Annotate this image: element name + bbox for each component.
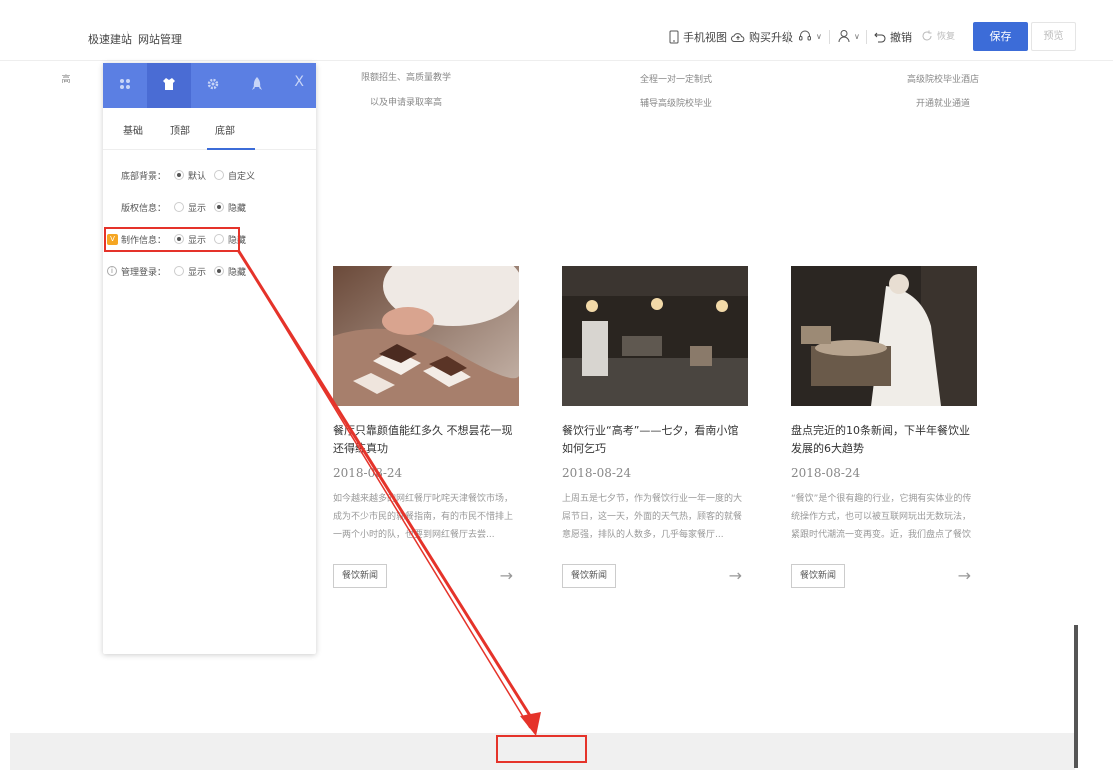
panel-subtabs: 基础 顶部 底部 [103, 108, 316, 150]
user-icon [838, 29, 850, 43]
divider [866, 30, 867, 44]
radio-custom[interactable] [214, 170, 225, 180]
news-tag[interactable]: 餐饮新闻 [333, 564, 388, 588]
headset-icon [798, 29, 812, 43]
cloud-upload-icon [731, 31, 745, 43]
news-image [791, 266, 977, 406]
chevron-down-icon: ∨ [854, 31, 860, 41]
option-label: 底部背景： [121, 171, 167, 182]
mobile-view-label: 手机视图 [683, 31, 727, 44]
undo-icon [874, 31, 886, 43]
active-tab-indicator [207, 148, 255, 150]
radio-show[interactable] [174, 202, 185, 212]
subtab-bottom[interactable]: 底部 [215, 122, 235, 137]
feature-text: 限额招生、高质量教学 [360, 73, 451, 83]
news-image [333, 266, 519, 406]
news-date: 2018-08-24 [562, 466, 632, 480]
arrow-right-icon[interactable]: → [729, 566, 742, 585]
arrow-right-icon[interactable]: → [958, 566, 971, 585]
radio-show[interactable] [174, 266, 185, 276]
radio-label: 自定义 [228, 171, 256, 182]
footer-settings-panel: X 基础 顶部 底部 底部背景： 默认 自定义 版权信息： 显示 隐藏 V 制作… [103, 63, 316, 654]
news-card[interactable]: 餐饮行业“高考”——七夕，看南小馆如何乞巧 2018-08-24 上周五是七夕节… [562, 266, 748, 588]
news-footer: 餐饮新闻 → [791, 564, 977, 588]
radio-label: 显示 [188, 203, 207, 214]
subtab-basic[interactable]: 基础 [123, 122, 143, 137]
news-title[interactable]: 餐厅只靠颜值能红多久 不想昙花一现还得练真功 [333, 422, 519, 458]
radio-label: 隐藏 [228, 203, 247, 214]
support-dropdown[interactable]: ∨ [798, 29, 822, 43]
news-title[interactable]: 盘点完近的10条新闻，下半年餐饮业发展的6大趋势 [791, 422, 977, 458]
news-title[interactable]: 餐饮行业“高考”——七夕，看南小馆如何乞巧 [562, 422, 748, 458]
rocket-icon [251, 77, 263, 94]
chevron-down-icon: ∨ [816, 31, 822, 41]
redo-button[interactable]: 恢复 [921, 29, 955, 42]
upgrade-button[interactable]: 购买升级 [731, 29, 793, 45]
news-footer: 餐饮新闻 → [562, 564, 748, 588]
option-label: 版权信息： [121, 203, 167, 214]
divider [788, 30, 789, 44]
feature-text: 高 [61, 75, 71, 85]
undo-button[interactable]: 撤销 [874, 29, 912, 45]
user-dropdown[interactable]: ∨ [838, 29, 860, 43]
editor-page: 极速建站 网站管理 手机视图 购买升级 ∨ ∨ 撤销 恢复 保存 预览 高 限额… [0, 0, 1113, 775]
radio-default[interactable] [174, 170, 185, 180]
mobile-view-button[interactable]: 手机视图 [669, 29, 727, 45]
feature-text: 辅导高级院校毕业 [639, 99, 712, 109]
option-admin-login: i 管理登录： 显示 隐藏 [107, 263, 254, 279]
radio-hide[interactable] [214, 266, 225, 276]
annotation-highlight-box [104, 227, 240, 252]
news-image [562, 266, 748, 406]
panel-tab-publish[interactable] [235, 63, 279, 108]
option-label: 管理登录： [121, 267, 167, 278]
panel-tab-layout[interactable] [103, 63, 147, 108]
news-card[interactable]: 盘点完近的10条新闻，下半年餐饮业发展的6大趋势 2018-08-24 “餐饮”… [791, 266, 977, 588]
news-date: 2018-08-24 [333, 466, 403, 480]
news-footer: 餐饮新闻 → [333, 564, 519, 588]
feature-text: 以及申请录取率高 [369, 98, 442, 108]
news-desc: 上周五是七夕节，作为餐饮行业一年一度的大屌节日，这一天，外面的天气热，顾客的就餐… [562, 494, 743, 540]
site-manage-link[interactable]: 网站管理 [138, 31, 182, 47]
save-button[interactable]: 保存 [973, 22, 1028, 51]
phone-icon [669, 30, 679, 44]
option-footer-background: 底部背景： 默认 自定义 [121, 167, 263, 183]
arrow-right-icon[interactable]: → [500, 566, 513, 585]
news-date: 2018-08-24 [791, 466, 861, 480]
info-icon: i [107, 266, 117, 276]
gear-icon [206, 77, 220, 94]
news-card[interactable]: 餐厅只靠颜值能红多久 不想昙花一现还得练真功 2018-08-24 如今越来越多… [333, 266, 519, 588]
feature-text: 高级院校毕业酒店 [906, 75, 979, 85]
undo-label: 撤销 [890, 31, 912, 44]
panel-tab-style[interactable] [147, 63, 191, 108]
divider [829, 30, 830, 44]
radio-label: 隐藏 [228, 267, 247, 278]
news-desc: 如今越来越多的网红餐厅叱咤天津餐饮市场，成为不少市民的就餐指南，有的市民不惜排上… [333, 494, 514, 540]
quick-build-link[interactable]: 极速建站 [88, 31, 132, 47]
close-icon[interactable]: X [294, 74, 304, 90]
upgrade-label: 购买升级 [749, 31, 793, 44]
news-tag[interactable]: 餐饮新闻 [791, 564, 846, 588]
toolbar-divider [0, 60, 1113, 61]
feature-text: 全程一对一定制式 [639, 75, 712, 85]
panel-header: X [103, 63, 316, 108]
feature-text: 开通就业通道 [915, 99, 970, 109]
radio-label: 默认 [188, 171, 207, 182]
divider [127, 31, 128, 43]
shirt-icon [162, 77, 176, 94]
news-tag[interactable]: 餐饮新闻 [562, 564, 617, 588]
radio-label: 显示 [188, 267, 207, 278]
radio-hide[interactable] [214, 202, 225, 212]
option-copyright: 版权信息： 显示 隐藏 [121, 199, 254, 215]
scrollbar[interactable] [1074, 625, 1078, 768]
redo-icon [921, 30, 933, 42]
redo-label: 恢复 [937, 32, 956, 42]
preview-button[interactable]: 预览 [1031, 22, 1076, 51]
grid-icon [119, 78, 131, 93]
panel-tab-settings[interactable] [191, 63, 235, 108]
news-desc: “餐饮”是个很有趣的行业，它拥有实体业的传统操作方式，也可以被互联网玩出无数玩法… [791, 494, 972, 540]
annotation-footer-box [496, 735, 587, 763]
subtab-top[interactable]: 顶部 [170, 122, 190, 137]
